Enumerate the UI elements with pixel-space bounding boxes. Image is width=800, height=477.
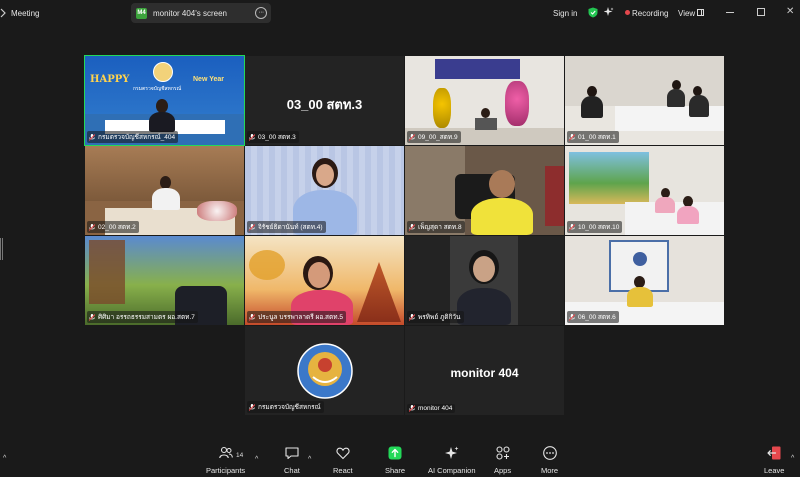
participant-name: 09_00_สตท.9 [407, 131, 461, 143]
menu-chevron-icon[interactable] [0, 8, 6, 18]
mic-off-icon [409, 405, 415, 412]
org-seal-icon [633, 252, 647, 266]
share-icon [388, 446, 402, 460]
participant-name: กรมตรวจบัญชีสหกรณ์_404 [87, 131, 179, 143]
ai-companion-button[interactable]: AI Companion [428, 446, 476, 475]
apps-button[interactable]: Apps [494, 446, 511, 475]
mic-off-icon [249, 403, 255, 411]
video-tile[interactable]: 09_00_สตท.9 [405, 56, 564, 145]
video-tile[interactable]: ประนูล บรรพาลาดรี ผอ.สตท.5 [245, 236, 404, 325]
chevron-up-icon[interactable]: ^ [791, 455, 794, 462]
org-seal-icon [297, 343, 353, 399]
video-tile[interactable]: กรมตรวจบัญชีสหกรณ์ [245, 326, 404, 415]
flower-decoration [433, 88, 451, 128]
mic-off-icon [89, 223, 95, 231]
mic-off-icon [569, 223, 575, 231]
side-panel-handle[interactable] [0, 238, 3, 260]
flower-decoration [197, 201, 237, 221]
screen-share-label: monitor 404's screen [153, 8, 228, 18]
participant-name: เพ็ญสุดา สตท.8 [407, 221, 465, 233]
more-icon [542, 446, 557, 460]
mic-off-icon [249, 223, 255, 231]
sign-in-link[interactable]: Sign in [553, 9, 577, 18]
react-button[interactable]: React [333, 446, 353, 475]
video-tile[interactable]: จิรัชย์ธิดานันท์ (สตท.4) [245, 146, 404, 235]
participant-display-name: 03_00 สตท.3 [286, 97, 363, 112]
recording-dot-icon [625, 10, 630, 15]
ai-companion-icon [444, 446, 459, 459]
mic-off-icon [569, 313, 575, 321]
participant-name: 06_00 สตท.6 [567, 311, 619, 323]
share-button[interactable]: Share [385, 446, 405, 475]
mic-off-icon [409, 133, 415, 141]
sharer-avatar: M4 [136, 7, 147, 19]
org-name: กรมตรวจบัญชีสหกรณ์ [133, 86, 182, 92]
mic-off-icon [569, 133, 575, 141]
video-tile[interactable]: พรทิพย์ ภูติกิวัน [405, 236, 564, 325]
participants-icon [218, 446, 233, 459]
title-bar: Meeting M4 monitor 404's screen ··· Sign… [0, 0, 800, 26]
video-tile[interactable]: 02_00 สตท.2 [85, 146, 244, 235]
view-layout-icon[interactable] [697, 9, 704, 16]
sparkle-icon[interactable] [604, 7, 614, 17]
mic-off-icon [249, 313, 255, 321]
chevron-up-icon[interactable]: ^ [3, 455, 6, 462]
meeting-toolbar: ^ Participants 14 ^ Chat ^ React Share A… [0, 441, 800, 477]
participant-name: ศิศิมา อรรถธรรมสามตร ผอ.สตท.7 [87, 311, 198, 323]
recording-label[interactable]: Recording [632, 9, 668, 18]
participant-name: พรทิพย์ ภูติกิวัน [407, 311, 464, 323]
laptop [475, 118, 497, 130]
mic-off-icon [409, 313, 415, 321]
participants-button[interactable]: Participants [206, 446, 245, 475]
video-tile[interactable]: HAPPY New Year กรมตรวจบัญชีสหกรณ์ กรมตรว… [84, 55, 245, 146]
video-tile[interactable]: 01_00 สตท.1 [565, 56, 724, 145]
view-button[interactable]: View [678, 9, 695, 18]
participant-display-name: monitor 404 [450, 366, 519, 380]
participant-name: monitor 404 [407, 404, 456, 413]
maximize-icon[interactable] [757, 8, 765, 16]
video-tile[interactable]: เพ็ญสุดา สตท.8 [405, 146, 564, 235]
close-icon[interactable]: ✕ [786, 6, 794, 17]
participant-name: 03_00 สตท.3 [247, 131, 299, 143]
screen-share-indicator[interactable]: M4 monitor 404's screen ··· [131, 3, 271, 23]
wall-banner [435, 59, 520, 79]
chevron-up-icon[interactable]: ^ [308, 456, 311, 463]
chat-button[interactable]: Chat [284, 446, 300, 475]
react-icon [336, 447, 350, 460]
participant-name: 10_00 สตท.10 [567, 221, 623, 233]
leave-icon [767, 446, 781, 460]
participant-name: ประนูล บรรพาลาดรี ผอ.สตท.5 [247, 311, 346, 323]
mic-off-icon [89, 313, 95, 321]
minimize-icon[interactable] [726, 12, 734, 13]
participant-name: 02_00 สตท.2 [87, 221, 139, 233]
app-title: Meeting [11, 9, 40, 18]
wall-painting [569, 152, 649, 204]
mic-off-icon [89, 133, 95, 141]
video-tile[interactable]: 03_00 สตท.3 03_00 สตท.3 [245, 56, 404, 145]
more-options-icon[interactable]: ··· [255, 7, 267, 19]
org-seal-icon [153, 62, 173, 82]
participant-name: 01_00 สตท.1 [567, 131, 619, 143]
more-button[interactable]: More [541, 446, 558, 475]
chevron-up-icon[interactable]: ^ [255, 456, 258, 463]
chat-icon [285, 447, 299, 460]
participant-name: กรมตรวจบัญชีสหกรณ์ [247, 401, 324, 413]
banner-text-2: New Year [193, 76, 225, 83]
mic-off-icon [409, 223, 415, 231]
video-tile[interactable]: 10_00 สตท.10 [565, 146, 724, 235]
video-tile[interactable]: ศิศิมา อรรถธรรมสามตร ผอ.สตท.7 [85, 236, 244, 325]
video-tile[interactable]: monitor 404 monitor 404 [405, 326, 564, 415]
participants-count: 14 [236, 452, 244, 459]
participant-name: จิรัชย์ธิดานันท์ (สตท.4) [247, 221, 326, 233]
video-tile[interactable]: 06_00 สตท.6 [565, 236, 724, 325]
apps-icon [495, 446, 510, 460]
banner-text: HAPPY [90, 74, 130, 85]
leave-button[interactable]: Leave [764, 446, 784, 475]
shield-icon[interactable] [588, 7, 598, 18]
flower-decoration [505, 81, 529, 126]
mic-off-icon [249, 133, 255, 141]
